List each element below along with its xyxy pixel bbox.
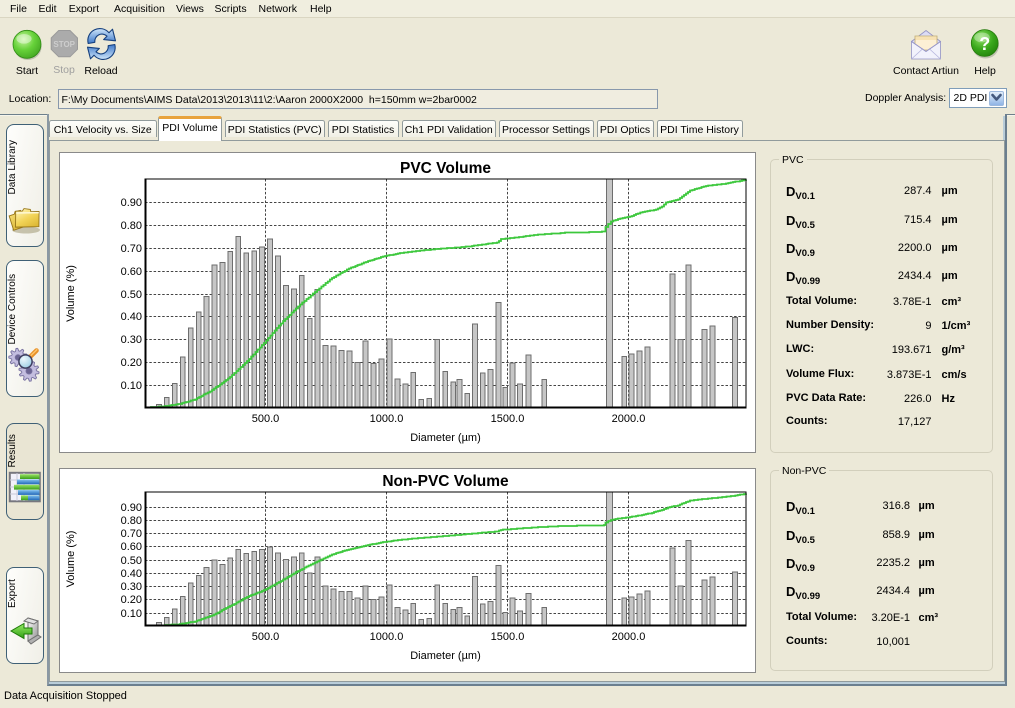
- svg-text:0.80: 0.80: [121, 515, 142, 527]
- svg-text:500.0: 500.0: [252, 413, 280, 425]
- svg-text:2000.0: 2000.0: [612, 631, 646, 643]
- svg-text:PVC Volume: PVC Volume: [400, 160, 491, 177]
- svg-text:2000.0: 2000.0: [612, 413, 646, 425]
- svg-text:0.40: 0.40: [121, 311, 142, 323]
- svg-text:0.10: 0.10: [121, 380, 142, 392]
- svg-text:0.40: 0.40: [121, 568, 142, 580]
- svg-text:1500.0: 1500.0: [491, 631, 525, 643]
- svg-text:STOP: STOP: [53, 40, 75, 49]
- svg-text:1500.0: 1500.0: [491, 413, 525, 425]
- svg-text:Non-PVC Volume: Non-PVC Volume: [382, 473, 509, 490]
- svg-text:0.70: 0.70: [121, 243, 142, 255]
- svg-text:1000.0: 1000.0: [370, 631, 404, 643]
- svg-text:0.50: 0.50: [121, 289, 142, 301]
- svg-text:1000.0: 1000.0: [370, 413, 404, 425]
- svg-text:Diameter (µm): Diameter (µm): [410, 650, 481, 662]
- svg-text:Volume (%): Volume (%): [65, 265, 77, 322]
- svg-text:Diameter (µm): Diameter (µm): [410, 432, 481, 444]
- svg-text:0.80: 0.80: [121, 220, 142, 232]
- svg-text:?: ?: [979, 34, 990, 54]
- svg-text:0.60: 0.60: [121, 266, 142, 278]
- svg-text:Volume (%): Volume (%): [65, 531, 77, 588]
- svg-text:0.30: 0.30: [121, 334, 142, 346]
- svg-text:0.20: 0.20: [121, 357, 142, 369]
- svg-text:0.50: 0.50: [121, 555, 142, 567]
- svg-text:0.70: 0.70: [121, 528, 142, 540]
- svg-text:0.90: 0.90: [121, 197, 142, 209]
- svg-text:0.20: 0.20: [121, 594, 142, 606]
- svg-text:0.60: 0.60: [121, 541, 142, 553]
- svg-text:500.0: 500.0: [252, 631, 280, 643]
- svg-text:0.90: 0.90: [121, 502, 142, 514]
- svg-text:0.30: 0.30: [121, 581, 142, 593]
- svg-text:0.10: 0.10: [121, 608, 142, 620]
